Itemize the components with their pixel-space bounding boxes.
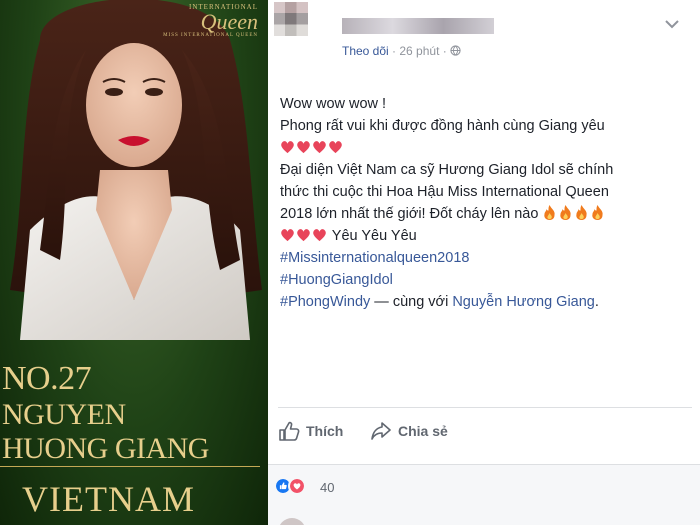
thumbs-up-icon	[279, 421, 300, 441]
reaction-icons[interactable]	[274, 477, 306, 495]
author-avatar[interactable]	[274, 2, 308, 36]
hashtag-missinternationalqueen2018[interactable]: #Missinternationalqueen2018	[280, 250, 469, 266]
tagged-person-link[interactable]: Nguyễn Hương Giang	[452, 294, 595, 310]
heart-emoji-icon	[297, 229, 310, 242]
like-label: Thích	[306, 423, 344, 439]
hearts-line	[280, 137, 690, 159]
tag-line: #PhongWindy — cùng với Nguyễn Hương Gian…	[280, 291, 690, 313]
heart-emoji-icon	[281, 229, 294, 242]
hashtag-huonggiangidol[interactable]: #HuongGiangIdol	[280, 272, 393, 288]
fire-emoji-icon	[592, 205, 604, 220]
tag-prefix: — cùng với	[370, 294, 453, 310]
post-line-2: Phong rất vui khi được đồng hành cùng Gi…	[280, 118, 605, 134]
post-line-7-container: Yêu Yêu Yêu	[280, 225, 690, 247]
contestant-number: NO.27	[2, 360, 92, 397]
follow-link[interactable]: Theo dõi	[342, 44, 389, 58]
post-line-1: Wow wow wow !	[280, 96, 387, 112]
logo-main-text: Queen	[200, 9, 258, 34]
heart-emoji-icon	[297, 141, 310, 154]
post-meta: Theo dõi · 26 phút ·	[342, 44, 461, 58]
heart-emoji-icon	[329, 141, 342, 154]
share-button[interactable]: Chia sẻ	[370, 421, 448, 441]
love-reaction-icon	[288, 477, 306, 495]
contestant-name-line1: NGUYEN	[2, 398, 126, 431]
author-name-redacted[interactable]	[342, 18, 494, 34]
heart-emoji-icon	[313, 229, 326, 242]
reaction-count[interactable]: 40	[320, 480, 334, 495]
heart-emoji-icon	[281, 141, 294, 154]
meta-separator: ·	[388, 44, 400, 58]
reactions-bar: 40	[268, 464, 700, 525]
fire-emoji-icon	[560, 205, 572, 220]
like-button[interactable]: Thích	[278, 421, 343, 441]
meta-separator-2: ·	[439, 44, 451, 58]
post-line-5: thức thi cuộc thi Hoa Hậu Miss Internati…	[280, 184, 609, 200]
chevron-down-icon[interactable]	[664, 18, 680, 30]
logo-sub-text: MISS INTERNATIONAL QUEEN	[163, 33, 258, 38]
contestant-card: INTERNATIONAL Queen MISS INTERNATIONAL Q…	[0, 0, 268, 525]
contestant-country: VIETNAM	[22, 479, 195, 519]
contestant-portrait	[10, 0, 262, 340]
card-divider	[0, 466, 260, 467]
post-line-6: 2018 lớn nhất thế giới! Đốt cháy lên nào	[280, 206, 539, 222]
hashtag-phongwindy[interactable]: #PhongWindy	[280, 294, 370, 310]
contestant-name-line2: HUONG GIANG	[2, 432, 209, 465]
fire-emoji-icon	[576, 205, 588, 220]
share-arrow-icon	[371, 422, 391, 440]
post-line-6-container: 2018 lớn nhất thế giới! Đốt cháy lên nào	[280, 203, 690, 225]
action-divider	[278, 407, 692, 408]
post-time[interactable]: 26 phút	[399, 44, 439, 58]
facebook-post: Theo dõi · 26 phút · Wow wow wow ! Phong…	[268, 0, 700, 525]
pageant-logo: INTERNATIONAL Queen MISS INTERNATIONAL Q…	[163, 4, 258, 39]
post-line-4: Đại diện Việt Nam ca sỹ Hương Giang Idol…	[280, 162, 614, 178]
share-label: Chia sẻ	[398, 423, 448, 439]
post-text: Wow wow wow ! Phong rất vui khi được đồn…	[280, 93, 690, 313]
post-line-7: Yêu Yêu Yêu	[331, 228, 417, 244]
fire-emoji-icon	[544, 205, 556, 220]
globe-icon[interactable]	[450, 45, 461, 56]
heart-emoji-icon	[313, 141, 326, 154]
tag-suffix: .	[594, 294, 599, 310]
